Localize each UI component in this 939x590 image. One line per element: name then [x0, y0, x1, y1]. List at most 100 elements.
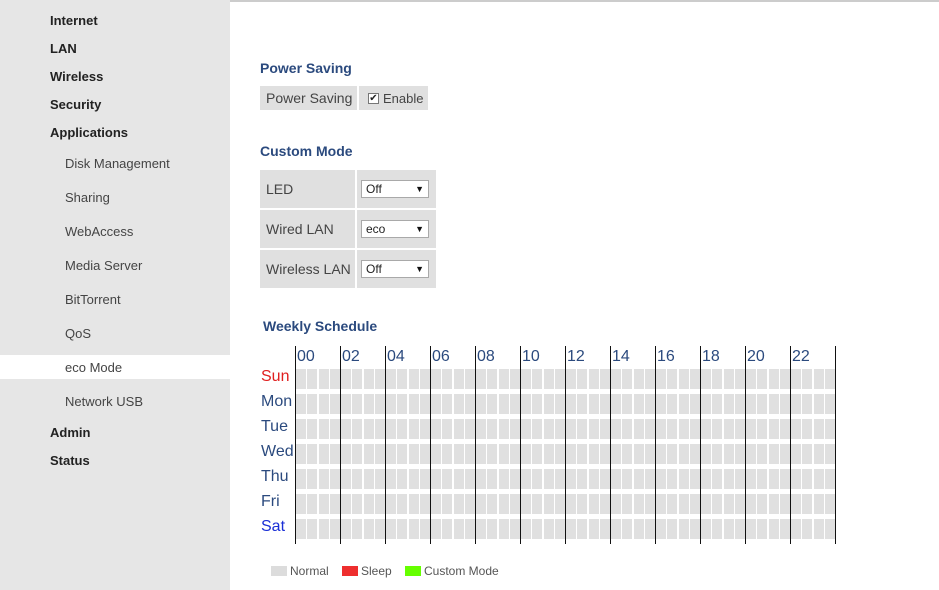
schedule-slot[interactable] — [633, 444, 644, 464]
schedule-slot[interactable] — [419, 419, 430, 439]
schedule-slot[interactable] — [712, 419, 723, 439]
schedule-slot[interactable] — [352, 469, 363, 489]
schedule-slot[interactable] — [644, 394, 655, 414]
schedule-slot[interactable] — [386, 394, 396, 414]
schedule-slot[interactable] — [757, 419, 768, 439]
schedule-slot[interactable] — [779, 394, 790, 414]
schedule-slot[interactable] — [329, 444, 340, 464]
schedule-slot[interactable] — [678, 394, 689, 414]
schedule-slot[interactable] — [329, 419, 340, 439]
schedule-slot[interactable] — [363, 394, 374, 414]
schedule-slot[interactable] — [622, 394, 633, 414]
schedule-slot[interactable] — [689, 369, 700, 389]
schedule-slot[interactable] — [464, 394, 475, 414]
schedule-slot[interactable] — [532, 444, 543, 464]
schedule-slot[interactable] — [453, 519, 464, 539]
schedule-slot[interactable] — [431, 519, 441, 539]
schedule-slot[interactable] — [757, 519, 768, 539]
schedule-slot[interactable] — [768, 394, 779, 414]
schedule-slot[interactable] — [802, 494, 813, 514]
schedule-slot[interactable] — [768, 419, 779, 439]
schedule-slot[interactable] — [667, 419, 678, 439]
schedule-slot[interactable] — [498, 419, 509, 439]
schedule-slot[interactable] — [318, 494, 329, 514]
schedule-slot[interactable] — [543, 444, 554, 464]
schedule-slot[interactable] — [667, 369, 678, 389]
schedule-slot[interactable] — [509, 369, 520, 389]
schedule-slot[interactable] — [329, 519, 340, 539]
schedule-slot[interactable] — [791, 419, 801, 439]
schedule-slot[interactable] — [644, 469, 655, 489]
schedule-slot[interactable] — [791, 519, 801, 539]
schedule-slot[interactable] — [509, 394, 520, 414]
schedule-slot[interactable] — [487, 519, 498, 539]
schedule-slot[interactable] — [464, 469, 475, 489]
schedule-slot[interactable] — [374, 519, 385, 539]
schedule-slot[interactable] — [599, 494, 610, 514]
schedule-slot[interactable] — [386, 444, 396, 464]
schedule-slot[interactable] — [779, 419, 790, 439]
schedule-slot[interactable] — [813, 369, 824, 389]
schedule-slot[interactable] — [656, 519, 666, 539]
schedule-slot[interactable] — [431, 444, 441, 464]
schedule-slot[interactable] — [746, 444, 756, 464]
schedule-slot[interactable] — [824, 369, 835, 389]
schedule-slot[interactable] — [689, 394, 700, 414]
schedule-slot[interactable] — [498, 519, 509, 539]
schedule-slot[interactable] — [363, 519, 374, 539]
schedule-slot[interactable] — [577, 444, 588, 464]
schedule-slot[interactable] — [746, 369, 756, 389]
schedule-slot[interactable] — [318, 394, 329, 414]
schedule-slot[interactable] — [723, 494, 734, 514]
schedule-slot[interactable] — [374, 494, 385, 514]
schedule-slot[interactable] — [746, 469, 756, 489]
schedule-slot[interactable] — [509, 519, 520, 539]
schedule-slot[interactable] — [352, 444, 363, 464]
schedule-slot[interactable] — [554, 519, 565, 539]
schedule-slot[interactable] — [442, 469, 453, 489]
schedule-slot[interactable] — [453, 419, 464, 439]
schedule-slot[interactable] — [599, 469, 610, 489]
schedule-slot[interactable] — [768, 444, 779, 464]
schedule-slot[interactable] — [588, 419, 599, 439]
schedule-slot[interactable] — [386, 519, 396, 539]
schedule-slot[interactable] — [712, 394, 723, 414]
schedule-slot[interactable] — [296, 469, 306, 489]
schedule-slot[interactable] — [824, 419, 835, 439]
schedule-slot[interactable] — [633, 369, 644, 389]
schedule-slot[interactable] — [667, 444, 678, 464]
schedule-slot[interactable] — [689, 494, 700, 514]
schedule-slot[interactable] — [802, 469, 813, 489]
schedule-slot[interactable] — [689, 519, 700, 539]
schedule-slot[interactable] — [296, 519, 306, 539]
schedule-slot[interactable] — [509, 469, 520, 489]
schedule-slot[interactable] — [779, 444, 790, 464]
schedule-slot[interactable] — [318, 469, 329, 489]
schedule-slot[interactable] — [543, 419, 554, 439]
schedule-slot[interactable] — [622, 494, 633, 514]
schedule-slot[interactable] — [318, 519, 329, 539]
schedule-slot[interactable] — [554, 419, 565, 439]
schedule-slot[interactable] — [363, 469, 374, 489]
schedule-slot[interactable] — [419, 469, 430, 489]
schedule-slot[interactable] — [554, 444, 565, 464]
schedule-slot[interactable] — [487, 419, 498, 439]
sidebar-item-network-usb[interactable]: Network USB — [65, 394, 143, 409]
schedule-slot[interactable] — [588, 369, 599, 389]
schedule-slot[interactable] — [599, 519, 610, 539]
schedule-slot[interactable] — [554, 469, 565, 489]
schedule-slot[interactable] — [734, 394, 745, 414]
schedule-slot[interactable] — [599, 419, 610, 439]
schedule-slot[interactable] — [419, 444, 430, 464]
schedule-slot[interactable] — [622, 519, 633, 539]
sidebar-item-admin[interactable]: Admin — [50, 425, 90, 440]
schedule-slot[interactable] — [824, 469, 835, 489]
schedule-slot[interactable] — [498, 494, 509, 514]
schedule-slot[interactable] — [566, 494, 576, 514]
schedule-slot[interactable] — [476, 444, 486, 464]
schedule-slot[interactable] — [453, 444, 464, 464]
schedule-slot[interactable] — [296, 394, 306, 414]
schedule-slot[interactable] — [341, 394, 351, 414]
schedule-slot[interactable] — [543, 369, 554, 389]
schedule-slot[interactable] — [431, 369, 441, 389]
